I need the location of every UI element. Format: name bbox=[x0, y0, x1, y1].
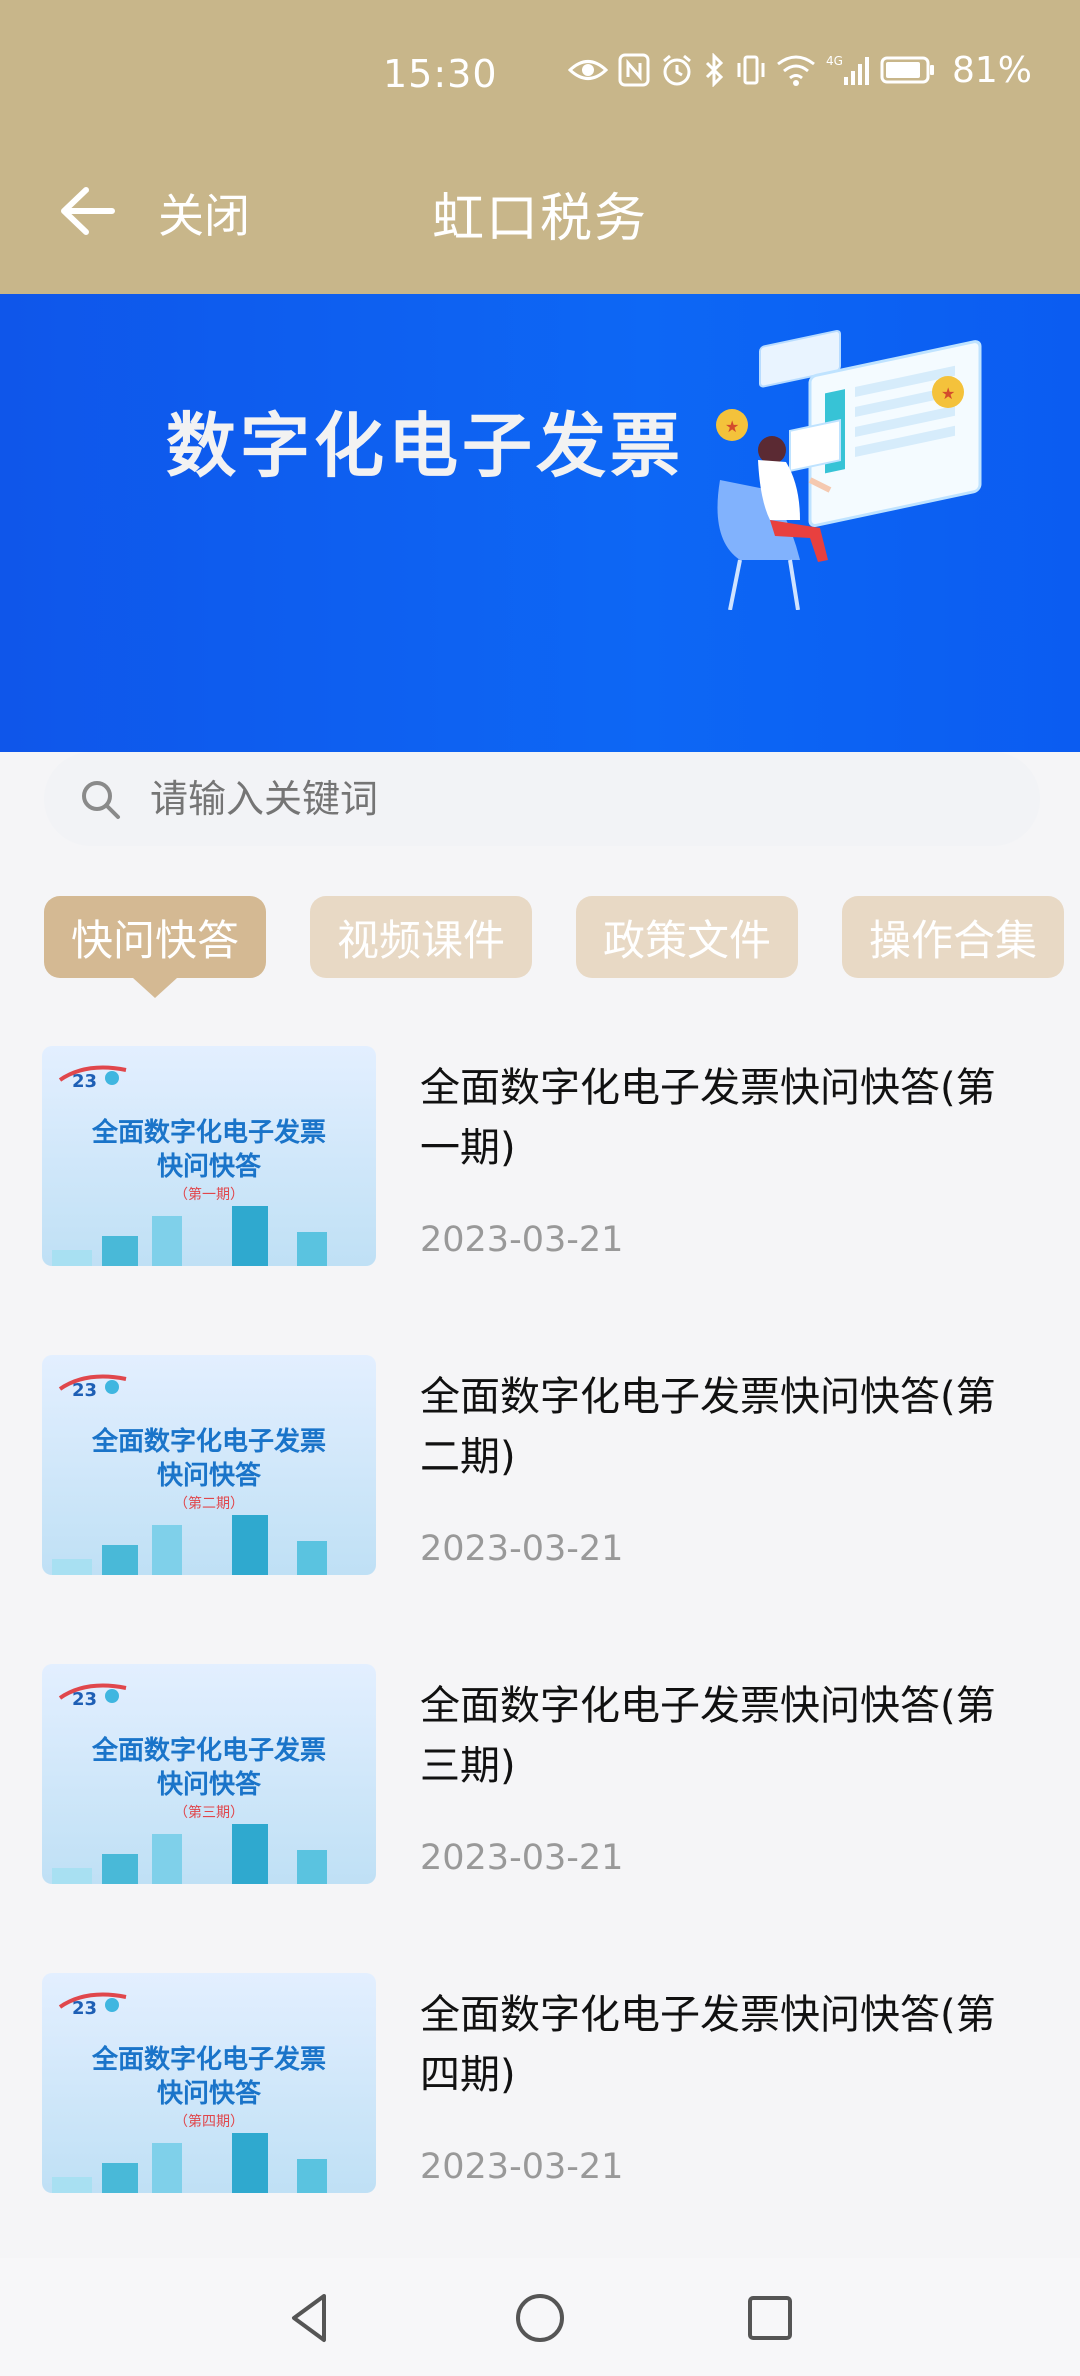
page-title: 虹口税务 bbox=[431, 189, 648, 249]
tab-policy-documents[interactable]: 政策文件 bbox=[576, 896, 798, 978]
article-thumbnail: 23 全面数字化电子发票 快问快答 （第一期） bbox=[42, 1046, 376, 1266]
battery-icon bbox=[880, 56, 934, 84]
banner-illustration: ★ ★ bbox=[716, 329, 982, 610]
svg-text:23: 23 bbox=[72, 1689, 97, 1708]
article-date: 2023-03-21 bbox=[420, 2147, 624, 2187]
article-title[interactable]: 全面数字化电子发票快问快答(第一期) bbox=[420, 1058, 1020, 1178]
article-date: 2023-03-21 bbox=[420, 1838, 624, 1878]
search-input[interactable] bbox=[148, 776, 912, 822]
svg-text:23: 23 bbox=[72, 1380, 97, 1399]
svg-text:23: 23 bbox=[72, 1998, 97, 2017]
app-header: 15:30 4G 81% 关闭 虹口税务 bbox=[0, 0, 1080, 294]
thumb-title: 全面数字化电子发票 bbox=[91, 1118, 326, 1148]
thumb-title: 全面数字化电子发票 bbox=[91, 1427, 326, 1457]
search-icon bbox=[82, 781, 120, 819]
nfc-icon bbox=[618, 53, 650, 87]
banner-title: 数字化电子发票 bbox=[166, 405, 684, 487]
thumb-subtitle: 快问快答 bbox=[156, 1770, 261, 1800]
home-circle-icon[interactable] bbox=[510, 2288, 570, 2348]
city-illustration bbox=[52, 1206, 327, 1266]
svg-text:23: 23 bbox=[72, 1071, 97, 1090]
battery-percent: 81% bbox=[952, 49, 1033, 91]
logo-icon: 23 bbox=[58, 1374, 127, 1399]
article-date: 2023-03-21 bbox=[420, 1220, 624, 1260]
article-thumbnail: 23 全面数字化电子发票 快问快答 （第二期） bbox=[42, 1355, 376, 1575]
svg-text:4G: 4G bbox=[826, 54, 843, 68]
promo-banner[interactable]: 数字化电子发票 ★ ★ bbox=[0, 294, 1080, 752]
logo-icon: 23 bbox=[58, 1065, 127, 1090]
wifi-icon bbox=[777, 55, 815, 86]
article-title[interactable]: 全面数字化电子发票快问快答(第四期) bbox=[420, 1985, 1020, 2105]
status-time: 15:30 bbox=[383, 52, 498, 96]
thumb-title: 全面数字化电子发票 bbox=[91, 2045, 326, 2075]
system-nav-bar bbox=[0, 2258, 1080, 2376]
svg-text:★: ★ bbox=[725, 417, 739, 436]
list-item[interactable]: 23 全面数字化电子发票 快问快答 （第四期） 全面数字化电子发票快问快答(第四… bbox=[0, 1951, 1080, 2260]
status-icons: 4G 81% bbox=[568, 48, 1032, 92]
logo-icon: 23 bbox=[58, 1683, 127, 1708]
tab-operation-collection[interactable]: 操作合集 bbox=[842, 896, 1064, 978]
list-item[interactable]: 23 全面数字化电子发票 快问快答 （第三期） 全面数字化电子发票快问快答(第三… bbox=[0, 1642, 1080, 1951]
category-tabs: 快问快答 视频课件 政策文件 操作合集 bbox=[44, 896, 1064, 998]
article-thumbnail: 23 全面数字化电子发票 快问快答 （第四期） bbox=[42, 1973, 376, 2193]
list-item[interactable]: 23 全面数字化电子发票 快问快答 （第一期） 全面数字化电子发票快问快答(第一… bbox=[0, 1024, 1080, 1333]
article-list: 23 全面数字化电子发票 快问快答 （第一期） 全面数字化电子发票快问快答(第一… bbox=[0, 1024, 1080, 2260]
signal-4g-icon: 4G bbox=[826, 54, 869, 85]
vibrate-icon bbox=[737, 55, 765, 85]
article-title[interactable]: 全面数字化电子发票快问快答(第三期) bbox=[420, 1676, 1020, 1796]
search-bar[interactable] bbox=[44, 752, 1040, 846]
tab-qa[interactable]: 快问快答 bbox=[44, 896, 266, 998]
article-date: 2023-03-21 bbox=[420, 1529, 624, 1569]
bluetooth-icon bbox=[705, 53, 724, 87]
article-title[interactable]: 全面数字化电子发票快问快答(第二期) bbox=[420, 1367, 1020, 1487]
thumb-subtitle: 快问快答 bbox=[156, 2079, 261, 2109]
article-thumbnail: 23 全面数字化电子发票 快问快答 （第三期） bbox=[42, 1664, 376, 1884]
svg-text:★: ★ bbox=[941, 384, 955, 403]
eye-icon bbox=[568, 60, 608, 80]
thumb-subtitle: 快问快答 bbox=[156, 1152, 261, 1182]
city-illustration bbox=[52, 2133, 327, 2193]
logo-icon: 23 bbox=[58, 1992, 127, 2017]
city-illustration bbox=[52, 1824, 327, 1884]
alarm-icon bbox=[663, 54, 691, 86]
back-triangle-icon[interactable] bbox=[280, 2288, 340, 2348]
thumb-title: 全面数字化电子发票 bbox=[91, 1736, 326, 1766]
city-illustration bbox=[52, 1515, 327, 1575]
recents-square-icon[interactable] bbox=[740, 2288, 800, 2348]
tab-video-courses[interactable]: 视频课件 bbox=[310, 896, 532, 978]
thumb-subtitle: 快问快答 bbox=[156, 1461, 261, 1491]
list-item[interactable]: 23 全面数字化电子发票 快问快答 （第二期） 全面数字化电子发票快问快答(第二… bbox=[0, 1333, 1080, 1642]
